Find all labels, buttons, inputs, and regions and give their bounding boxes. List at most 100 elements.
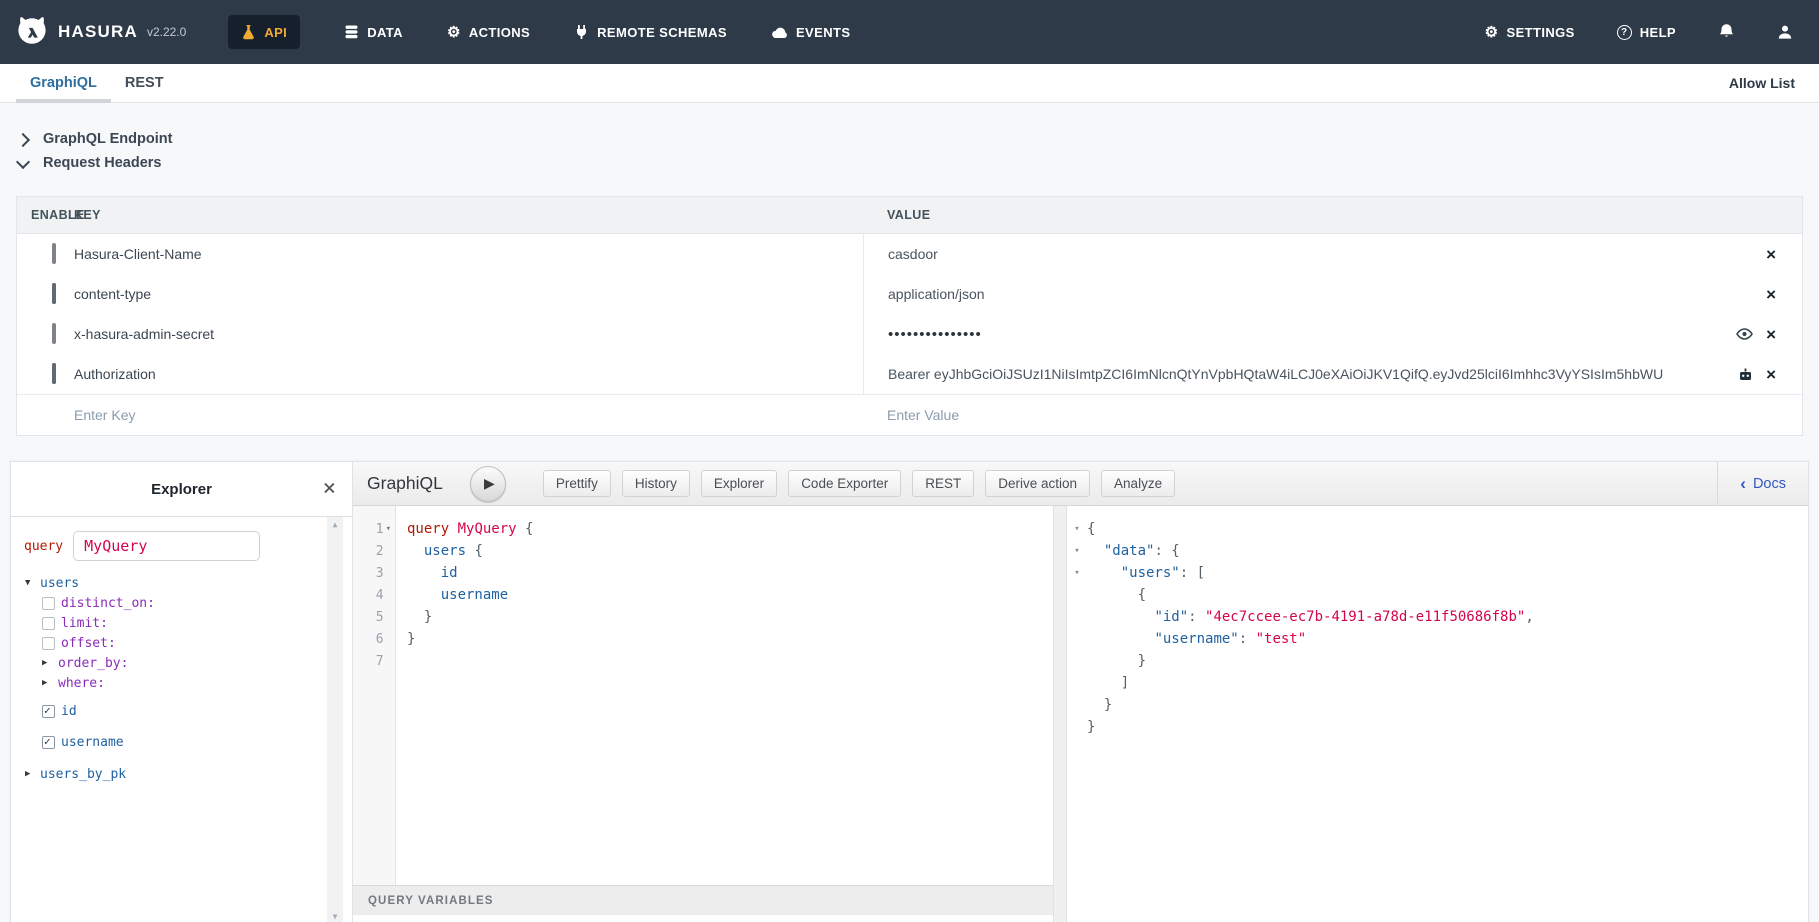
eye-icon[interactable] [1736, 328, 1753, 340]
tab-graphiql[interactable]: GraphiQL [16, 64, 111, 102]
response-line: ▾ "users": [ [1067, 562, 1808, 584]
scroll-down-icon[interactable]: ▼ [333, 912, 338, 921]
tree-collapse-icon[interactable]: ▼ [25, 578, 35, 588]
tree-field-username[interactable]: username [42, 729, 318, 755]
header-key[interactable]: x-hasura-admin-secret [74, 326, 863, 342]
nav-item-label: EVENTS [796, 25, 850, 40]
header-row: content-type application/json× [17, 274, 1802, 314]
nav-item-data[interactable]: DATA [344, 24, 403, 40]
header-value[interactable]: casdoor [888, 246, 1766, 262]
tree-field-users-by-pk[interactable]: ▶users_by_pk [25, 764, 318, 784]
tree-expand-icon[interactable]: ▶ [42, 658, 52, 668]
database-icon [344, 24, 359, 40]
tree-arg-distinct-on-[interactable]: distinct_on: [42, 593, 318, 613]
remove-header-icon[interactable]: × [1766, 246, 1776, 263]
tree-arg-offset-[interactable]: offset: [42, 633, 318, 653]
field-checkbox[interactable] [42, 736, 55, 749]
tree-field-users[interactable]: ▼users [25, 573, 318, 593]
fold-marker-icon [1067, 672, 1087, 694]
request-headers-toggle[interactable]: Request Headers [18, 151, 1819, 175]
header-key[interactable]: Hasura-Client-Name [74, 246, 863, 262]
fold-marker-icon [386, 590, 391, 600]
enable-checkbox[interactable] [52, 363, 56, 384]
header-key[interactable]: Authorization [74, 366, 863, 382]
fold-marker-icon[interactable]: ▾ [1067, 562, 1087, 584]
graphql-endpoint-toggle[interactable]: GraphQL Endpoint [18, 127, 1819, 151]
user-menu-button[interactable] [1777, 24, 1793, 40]
tree-field-label: username [61, 735, 124, 750]
tree-arg-label: order_by: [58, 656, 128, 671]
nav-item-remote-schemas[interactable]: REMOTE SCHEMAS [574, 24, 727, 40]
derive-action-button[interactable]: Derive action [985, 470, 1090, 497]
response-line: ▾{ [1067, 518, 1808, 540]
fold-marker-icon [1067, 628, 1087, 650]
tab-rest[interactable]: REST [111, 64, 178, 102]
pane-resizer-handle[interactable] [1053, 506, 1067, 922]
docs-button[interactable]: ‹ Docs [1717, 462, 1808, 505]
new-value-input[interactable]: Enter Value [887, 407, 1776, 423]
tree-arg-where-[interactable]: ▶where: [42, 673, 318, 693]
new-key-input[interactable]: Enter Key [74, 407, 863, 423]
nav-item-label: ACTIONS [469, 25, 530, 40]
tree-arg-label: limit: [61, 616, 108, 631]
brand[interactable]: HASURA v2.22.0 [14, 14, 186, 50]
remove-header-icon[interactable]: × [1766, 366, 1776, 383]
arg-checkbox[interactable] [42, 637, 55, 650]
tree-expand-icon[interactable]: ▶ [42, 678, 52, 688]
enable-checkbox[interactable] [52, 243, 56, 264]
code-line: id [407, 562, 533, 584]
tree-arg-order-by-[interactable]: ▶ order_by: [42, 653, 318, 673]
fold-marker-icon[interactable]: ▾ [386, 524, 391, 534]
header-value[interactable]: application/json [888, 286, 1766, 302]
query-variables-bar[interactable]: QUERY VARIABLES [353, 885, 1053, 915]
response-line: { [1067, 584, 1808, 606]
nav-item-help[interactable]: ?HELP [1617, 25, 1676, 40]
history-button[interactable]: History [622, 470, 690, 497]
header-key[interactable]: content-type [74, 286, 863, 302]
header-value[interactable]: Bearer eyJhbGciOiJSUzI1NiIsImtpZCI6ImNlc… [888, 366, 1738, 382]
notifications-button[interactable] [1718, 23, 1735, 41]
enable-checkbox[interactable] [52, 283, 56, 304]
analyze-button[interactable]: Analyze [1101, 470, 1175, 497]
arg-checkbox[interactable] [42, 617, 55, 630]
nav-item-events[interactable]: EVENTS [771, 25, 850, 40]
nav-item-label: SETTINGS [1507, 25, 1575, 40]
tree-field-id[interactable]: id [42, 698, 318, 724]
code-line: } [407, 606, 533, 628]
jwt-decode-icon[interactable] [1738, 367, 1753, 382]
fold-marker-icon [386, 612, 391, 622]
response-line: } [1067, 650, 1808, 672]
execute-query-button[interactable]: ▶ [470, 466, 506, 502]
fold-marker-icon[interactable]: ▾ [1067, 540, 1087, 562]
remove-header-icon[interactable]: × [1766, 286, 1776, 303]
rest-button[interactable]: REST [912, 470, 974, 497]
cloud-icon [771, 26, 788, 39]
request-headers-table: ENABLE KEY VALUE Hasura-Client-Namecasdo… [16, 196, 1803, 436]
explorer-button[interactable]: Explorer [701, 470, 777, 497]
fold-marker-icon[interactable]: ▾ [1067, 518, 1087, 540]
explorer-scrollbar[interactable]: ▲ ▼ [327, 517, 343, 922]
explorer-close-icon[interactable]: × [323, 478, 336, 500]
allow-list-link[interactable]: Allow List [1729, 75, 1795, 91]
code-exporter-button[interactable]: Code Exporter [788, 470, 901, 497]
graphiql-toolbar: GraphiQL ▶ PrettifyHistoryExplorerCode E… [353, 462, 1808, 506]
graphiql-main: 1▾2 3 4 5 6 7 query MyQuery { users { id… [353, 506, 1808, 922]
nav-item-actions[interactable]: ⚙ACTIONS [447, 25, 530, 40]
nav-item-settings[interactable]: ⚙SETTINGS [1485, 25, 1575, 40]
tree-arg-limit-[interactable]: limit: [42, 613, 318, 633]
tree-expand-icon[interactable]: ▶ [25, 769, 35, 779]
query-code[interactable]: query MyQuery { users { id username }} [396, 506, 533, 885]
nav-item-api[interactable]: API [228, 15, 300, 49]
field-checkbox[interactable] [42, 705, 55, 718]
remove-header-icon[interactable]: × [1766, 326, 1776, 343]
header-value[interactable]: ••••••••••••••• [888, 326, 1736, 343]
enable-checkbox[interactable] [52, 323, 56, 344]
hasura-logo-icon [14, 14, 50, 50]
arg-checkbox[interactable] [42, 597, 55, 610]
prettify-button[interactable]: Prettify [543, 470, 611, 497]
nav-item-label: API [264, 25, 287, 40]
query-name-input[interactable]: MyQuery [73, 531, 260, 561]
nav-item-label: REMOTE SCHEMAS [597, 25, 727, 40]
scroll-up-icon[interactable]: ▲ [333, 520, 338, 529]
query-editor[interactable]: 1▾2 3 4 5 6 7 query MyQuery { users { id… [353, 506, 1053, 885]
